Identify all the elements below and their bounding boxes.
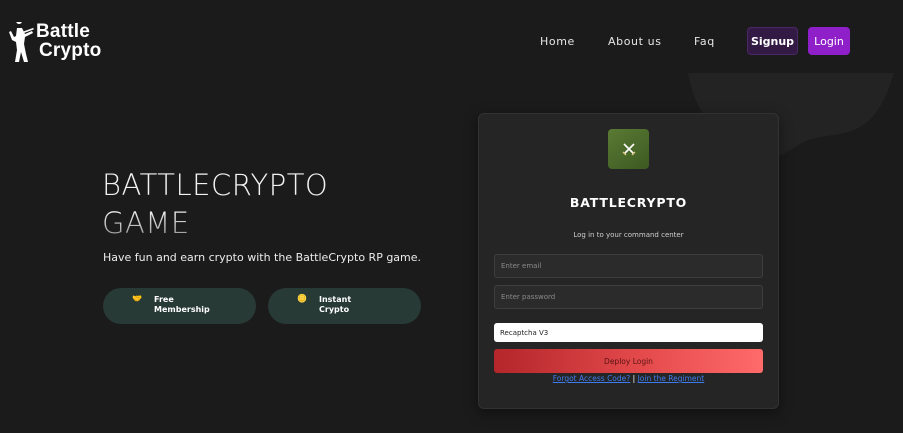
hero-subtitle: Have fun and earn crypto with the Battle… [103,251,422,264]
crossed-swords-icon [622,143,635,156]
soldier-icon [9,22,34,62]
nav-home[interactable]: Home [540,35,575,48]
handshake-icon: 🤝 [132,294,142,303]
pill-text: Instant Crypto [319,295,351,315]
join-regiment-link[interactable]: Join the Regiment [638,374,705,383]
pill-line1: Instant [319,295,352,304]
hero-title-line2: GAME [102,206,190,240]
forgot-access-code-link[interactable]: Forgot Access Code? [553,374,631,383]
email-field[interactable] [494,254,763,278]
logo-line1: Battle [36,21,90,42]
nav-faq[interactable]: Faq [694,35,715,48]
pill-line2: Membership [154,305,210,314]
coins-icon: 🪙 [297,294,307,303]
pill-line2: Crypto [319,305,350,314]
logo-line2: Crypto [39,40,102,61]
card-links: Forgot Access Code? | Join the Regiment [479,374,778,383]
card-badge [608,129,649,169]
hero-title-line1: BATTLECRYPTO [102,168,329,202]
deploy-login-button[interactable]: Deploy Login [494,349,763,373]
brand-logo[interactable]: Battle Crypto [8,22,101,64]
card-subtitle: Log in to your command center [573,231,684,239]
instant-crypto-pill[interactable]: 🪙 Instant Crypto [268,288,421,324]
link-separator: | [632,374,636,383]
signup-button[interactable]: Signup [747,27,798,55]
recaptcha-box[interactable]: Recaptcha V3 [494,323,763,342]
nav-about[interactable]: About us [608,35,662,48]
free-membership-pill[interactable]: 🤝 Free Membership [103,288,256,324]
pill-line1: Free [154,295,174,304]
login-button[interactable]: Login [808,27,850,55]
card-title: BATTLECRYPTO [569,195,688,210]
logo-wordmark: Battle Crypto [36,22,101,60]
pill-text: Free Membership [154,295,210,315]
password-field[interactable] [494,285,763,309]
login-card: BATTLECRYPTO Log in to your command cent… [478,113,779,409]
